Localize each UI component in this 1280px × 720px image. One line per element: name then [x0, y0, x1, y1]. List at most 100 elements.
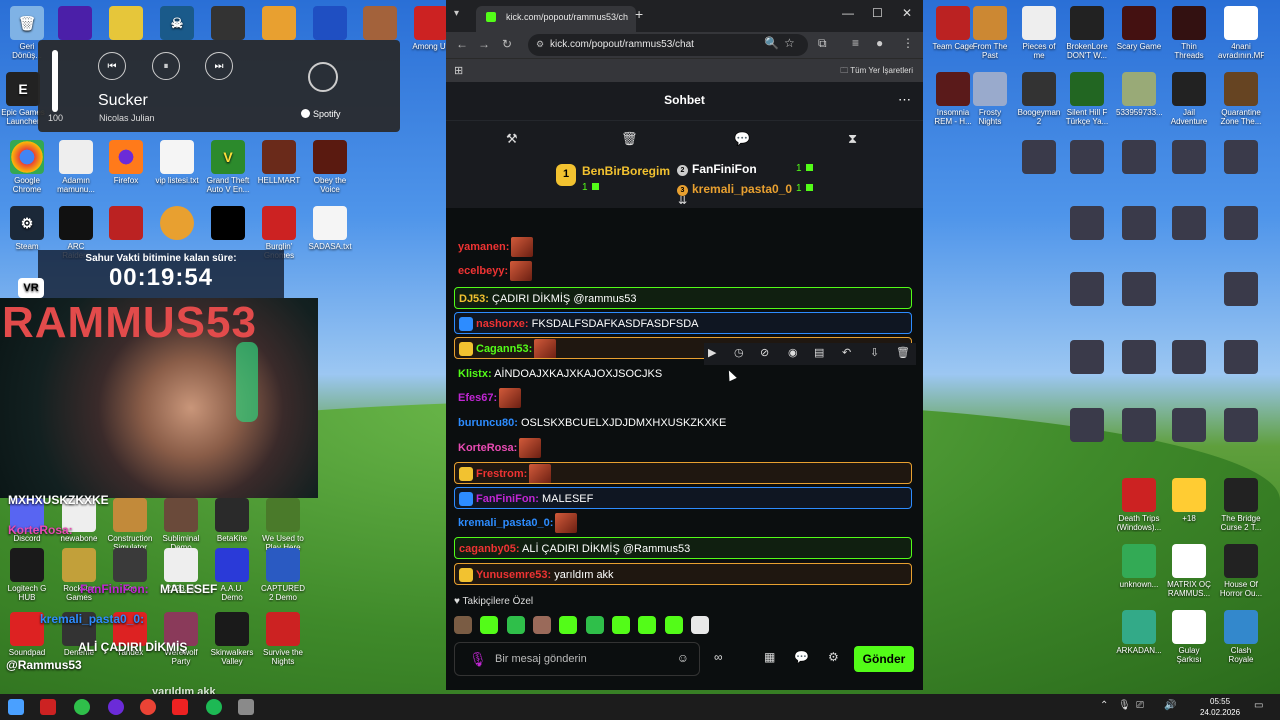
chat-icon[interactable]: 💬 — [794, 650, 809, 664]
chat-username[interactable]: ecelbeyy: — [458, 265, 508, 277]
emote-icon[interactable] — [664, 616, 683, 634]
timeout-icon[interactable]: ◷ — [734, 346, 744, 359]
desktop-icon[interactable]: We Used to Play Here — [260, 498, 306, 552]
collapse-icon[interactable]: ⇊ — [678, 194, 687, 207]
chat-message[interactable]: caganby05: ALİ ÇADIRI DİKMİŞ @Rammus53 — [454, 537, 912, 559]
chat-username[interactable]: kremali_pasta0_0: — [458, 517, 553, 529]
desktop-icon[interactable]: Jail Adventure — [1166, 72, 1212, 126]
all-bookmarks[interactable]: 🗀 Tüm Yer İşaretleri — [840, 65, 913, 79]
desktop-icon[interactable] — [1064, 272, 1110, 308]
tab-search-icon[interactable]: ▾ — [454, 8, 459, 19]
kick-emotes-icon[interactable]: ∞ — [714, 650, 723, 664]
volume-icon[interactable]: 🔊 — [1164, 700, 1176, 711]
mic-icon[interactable]: 🎙 — [469, 651, 487, 668]
desktop-icon-sadasa[interactable]: SADASA.txt — [307, 206, 353, 260]
chat-message[interactable]: FanFiniFon: MALESEF — [454, 487, 912, 509]
taskbar-app-icon[interactable] — [238, 699, 254, 715]
store-icon[interactable]: ▦ — [764, 650, 775, 664]
pin-icon[interactable]: ⇩ — [870, 346, 879, 359]
desktop-icon[interactable]: Quarantine Zone The... — [1218, 72, 1264, 126]
desktop-icon[interactable] — [1218, 140, 1264, 176]
leader-name[interactable]: BenBirBoregim — [582, 164, 670, 178]
desktop-icon[interactable] — [1064, 408, 1110, 444]
desktop-icon[interactable]: +18 — [1166, 478, 1212, 532]
desktop-icon[interactable]: BrokenLore DON'T W... — [1064, 6, 1110, 60]
desktop-icon[interactable]: ARKADAN... — [1116, 610, 1162, 664]
desktop-icon-app1[interactable] — [52, 6, 98, 42]
browser-tab[interactable]: kick.com/popout/rammus53/ch ✕ — [476, 6, 636, 32]
gavel-icon[interactable]: ⚒ — [506, 131, 518, 147]
back-icon[interactable]: ← — [456, 37, 468, 51]
desktop-icon-firefox[interactable]: Firefox — [103, 140, 149, 194]
emote-icon[interactable] — [638, 616, 657, 634]
spotify-label[interactable]: Spotify — [301, 109, 341, 119]
chrome-taskbar-icon[interactable] — [140, 699, 156, 715]
desktop-icon-vip[interactable]: vip listesi.txt — [154, 140, 200, 194]
chat-username[interactable]: KorteRosa: — [458, 442, 517, 454]
desktop-icon[interactable]: Gulay Şarkısı #guIay #... — [1166, 610, 1212, 664]
chat-username[interactable]: Efes67: — [458, 392, 497, 404]
desktop-icon[interactable] — [1166, 340, 1212, 376]
desktop-icon-app9[interactable] — [154, 206, 200, 242]
hide-icon[interactable]: ⊘ — [760, 346, 769, 359]
desktop-icon[interactable]: Werewolf Party — [158, 612, 204, 666]
trash-icon[interactable]: 🗑 — [621, 131, 638, 147]
desktop-icon[interactable] — [1116, 206, 1162, 242]
site-info-icon[interactable]: ⚙ — [536, 39, 544, 50]
desktop-icon[interactable]: House Of Horror Ou... — [1218, 544, 1264, 598]
desktop-icon[interactable]: Scary Game — [1116, 6, 1162, 60]
desktop-icon[interactable]: Death Trips (Windows)... — [1116, 478, 1162, 532]
reply-icon[interactable]: ◉ — [788, 346, 798, 359]
desktop-icon-vr[interactable]: VR — [8, 278, 54, 300]
desktop-icon[interactable] — [1218, 272, 1264, 308]
desktop-icon-app7[interactable] — [357, 6, 403, 42]
desktop-icon-hellmart[interactable]: HELLMART — [256, 140, 302, 194]
leader-name[interactable]: FanFiniFon — [692, 162, 757, 176]
desktop-icon[interactable]: The Bridge Curse 2 T... — [1218, 478, 1264, 532]
youtube-icon[interactable] — [172, 699, 188, 715]
desktop-icon[interactable]: Pieces of me — [1016, 6, 1062, 60]
chat-username[interactable]: Klistx: — [458, 368, 492, 380]
chat-message[interactable]: Efes67: — [454, 387, 912, 409]
chat-username[interactable]: Yunusemre53: — [476, 569, 551, 581]
menu-icon[interactable]: ⋮ — [902, 36, 914, 50]
chat-bubble-icon[interactable]: 💬 — [734, 131, 750, 147]
chat-message[interactable]: nashorxe: FKSDALFSDAFKASDFASDFSDA — [454, 312, 912, 334]
apps-grid-icon[interactable]: ⊞ — [454, 64, 463, 77]
start-icon[interactable] — [8, 699, 24, 715]
leader-name[interactable]: kremali_pasta0_0 — [692, 182, 792, 196]
more-options-icon[interactable]: ⋯ — [898, 92, 911, 108]
new-tab-icon[interactable]: + — [635, 6, 643, 22]
settings-icon[interactable]: ⚙ — [828, 650, 839, 664]
desktop-icon[interactable]: 533959733... — [1116, 72, 1162, 126]
maximize-icon[interactable]: ☐ — [872, 6, 883, 20]
profile-icon[interactable]: ● — [876, 36, 883, 50]
desktop-icon[interactable] — [1116, 340, 1162, 376]
minimize-icon[interactable]: — — [842, 6, 854, 20]
desktop-icon[interactable] — [1116, 140, 1162, 176]
send-button[interactable]: Gönder — [854, 646, 914, 672]
chat-message[interactable]: buruncu80: OSLSKXBCUELXJDJDMXHXUSKZKXKE — [454, 412, 912, 434]
desktop-icon-app4[interactable] — [205, 6, 251, 42]
chat-username[interactable]: caganby05: — [459, 543, 520, 555]
desktop-icon-app8[interactable] — [103, 206, 149, 242]
mic-tray-icon[interactable]: 🎙 — [1118, 700, 1131, 711]
desktop-icon[interactable] — [1218, 408, 1264, 444]
delete-icon[interactable]: 🗑 — [896, 346, 910, 359]
emote-icon[interactable] — [454, 616, 472, 634]
notifications-icon[interactable]: ▭ — [1254, 700, 1263, 711]
taskbar-app-icon[interactable] — [40, 699, 56, 715]
chat-username[interactable]: FanFiniFon: — [476, 493, 539, 505]
desktop-icon-app6[interactable] — [307, 6, 353, 42]
desktop-icon[interactable] — [1064, 206, 1110, 242]
emote-icon[interactable] — [533, 616, 552, 634]
chat-message[interactable]: ecelbeyy: — [454, 260, 912, 282]
reload-icon[interactable]: ↻ — [502, 37, 512, 51]
desktop-icon[interactable]: Skinwalkers Valley — [209, 612, 255, 666]
emote-icon[interactable] — [612, 616, 631, 634]
play-icon[interactable]: ▶ — [708, 346, 716, 359]
desktop-icon[interactable] — [1166, 140, 1212, 176]
desktop-icon[interactable]: Frosty Nights — [967, 72, 1013, 126]
next-button[interactable]: ⏭ — [205, 52, 233, 80]
desktop-icon[interactable]: Subliminal Demo — [158, 498, 204, 552]
